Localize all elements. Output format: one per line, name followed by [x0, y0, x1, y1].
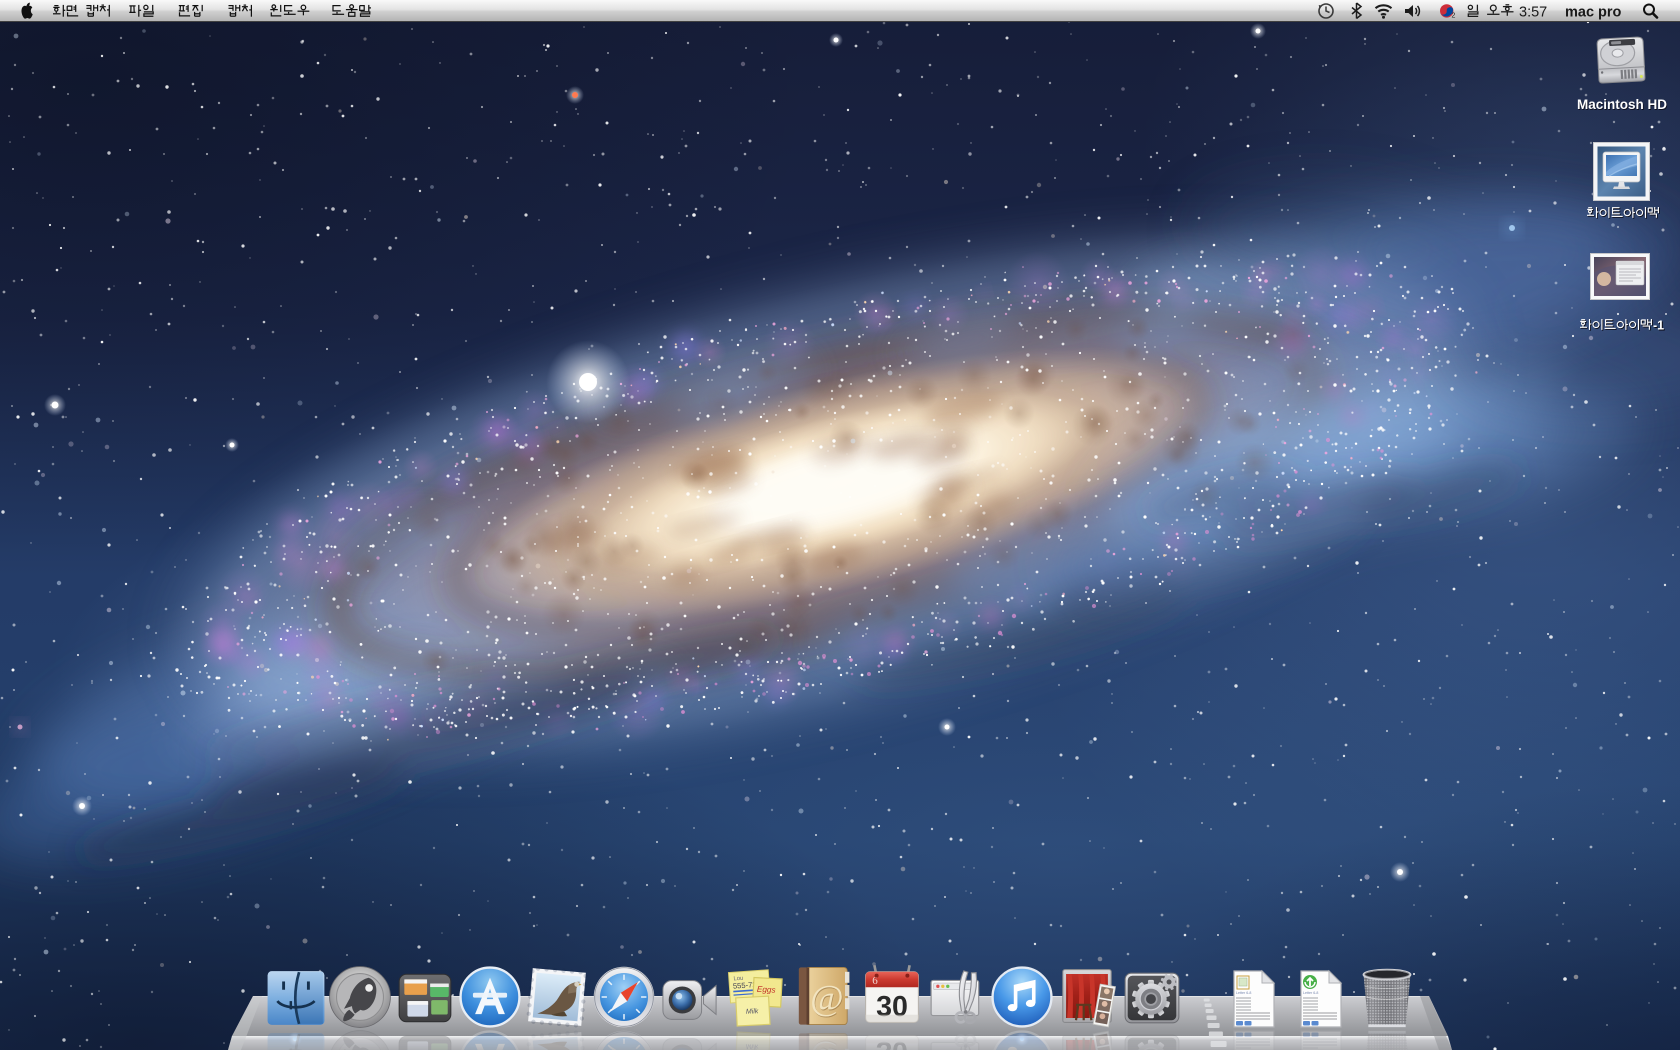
- svg-text:3:57: 3:57: [1519, 5, 1547, 21]
- svg-text:Letter 6-8: Letter 6-8: [1236, 991, 1251, 995]
- svg-text:Milk: Milk: [746, 1042, 759, 1050]
- svg-text:mac pro: mac pro: [1565, 5, 1622, 21]
- svg-text:@: @: [810, 1040, 843, 1050]
- svg-text:@: @: [810, 978, 843, 1018]
- svg-text:Milk: Milk: [746, 1008, 759, 1016]
- svg-text:Macintosh HD: Macintosh HD: [1577, 97, 1667, 112]
- svg-text:Eggs: Eggs: [757, 985, 776, 995]
- svg-text:Letter 6-8: Letter 6-8: [1303, 991, 1318, 995]
- svg-text:2: 2: [1452, 13, 1456, 20]
